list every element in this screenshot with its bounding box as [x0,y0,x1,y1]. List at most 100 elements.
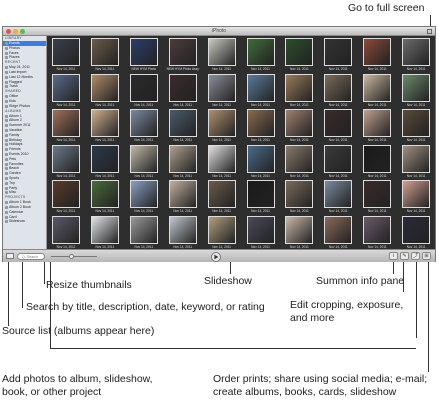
photo-caption: Nov 14, 2011 [212,209,231,213]
photo-image [52,38,80,66]
play-icon [214,254,219,259]
photo-caption: Nov 14, 2011 [173,102,193,107]
photo-caption: Nov 14, 2011 [56,173,76,178]
photo-image [207,215,236,244]
callout-line [416,262,417,338]
photo-image [168,73,197,102]
sidebar-toggle-icon[interactable] [6,253,14,259]
info-button[interactable]: i [389,252,398,260]
photo-caption: Nov 14, 2011 [212,173,231,178]
callout-line [230,262,231,274]
photo-caption: Nov 14, 2011 [173,209,193,213]
photo-image [324,73,353,102]
photo-image [207,73,236,102]
photo-caption: Nov 14, 2011 [134,244,154,249]
photo-caption: Nov 14, 2011 [95,102,115,107]
photo-caption: Nov 14, 2011 [290,102,309,107]
photo-image [90,73,119,102]
photo-caption: Nov 14, 2011 [367,67,387,71]
sidebar-item[interactable]: Trash [3,84,46,89]
callout-slideshow: Slideshow [204,275,252,287]
photo-image [246,109,275,137]
photo-image [90,109,119,137]
photo-caption: Nov 14, 2011 [95,173,115,178]
callout-source-list: Source list (albums appear here) [2,325,155,337]
thumbnail-size-slider-knob[interactable] [69,253,74,259]
photo-caption: Nov 14, 2011 [134,209,154,213]
thumbnail-size-slider-track[interactable] [51,256,97,257]
photo-image [285,109,314,137]
photo-caption: Nov 14, 2011 [290,173,309,178]
photo-caption: Nov 14, 2011 [290,67,309,71]
callout-search: Search by title, description, date, keyw… [26,301,265,313]
photo-caption: Nov 14, 2011 [95,209,115,213]
window-title: iPhoto [211,28,227,34]
photo-image [285,38,314,66]
iphoto-window: iPhoto LIBRARY Events Photos Faces Places REC… [2,26,436,262]
callout-add-1: Add photos to album, slideshow, [2,373,153,385]
photo-caption: Nov 14, 2011 [56,67,76,71]
callout-line [8,262,9,326]
photo-image [129,144,158,173]
callout-order-2: create albums, books, cards, slideshow [213,386,397,398]
photo-image [285,73,314,102]
sidebar-item[interactable]: Slideshow [3,219,46,224]
photo-image [324,38,353,66]
callout-line [393,262,394,274]
photo-image [246,180,275,208]
sidebar-item[interactable]: Ridge Photos [3,104,46,109]
photo-image [90,38,119,66]
edit-button[interactable]: ✎ [400,252,409,260]
photo-image [285,215,314,244]
photo-image [52,144,80,173]
photo-caption: Nov 14, 2011 [328,102,348,107]
photo-caption: Nov 14, 2011 [367,173,387,178]
callout-line [428,262,429,372]
photo-image [402,180,431,208]
full-screen-icon[interactable] [427,28,432,34]
photo-image [285,180,314,208]
photo-image [363,38,392,66]
photo-caption: Nov 14, 2011 [328,209,348,213]
photo-caption: Nov 14, 2011 [406,102,426,107]
photo-caption: Nov 14, 2011 [251,173,270,178]
photo-image [207,180,236,208]
photo-image [168,144,197,173]
share-button[interactable]: ⊞ [422,252,431,260]
photo-caption: Nov 14, 2011 [251,138,270,142]
photo-caption: Nov 14, 2011 [367,244,387,249]
photo-caption: Nov 14, 2011 [406,138,426,142]
callout-full-screen: Go to full screen [348,2,425,14]
search-field[interactable]: Q- Search [17,253,45,260]
callout-edit-2: and more [290,312,335,324]
photo-image [402,144,431,173]
sidebar-item[interactable]: Misc [3,190,46,195]
photo-caption: Nov 14, 2011 [290,244,309,249]
photo-caption: Nov 14, 2011 [56,209,76,213]
photo-caption: Nov 14, 2011 [134,138,154,142]
photo-grid: Nov 14, 2011 Nov 14, 2011 NEW HYM Photo NEW… [47,36,436,249]
photo-caption: Nov 14, 2011 [251,102,270,107]
callout-line [44,262,45,284]
slideshow-button[interactable] [211,251,221,262]
photo-caption: Nov 14, 2011 [367,209,387,213]
photo-image [363,144,392,173]
source-list: LIBRARY Events Photos Faces Places RECENT May … [3,36,47,249]
title-bar[interactable]: iPhoto [3,27,435,36]
photo-caption: Nov 14, 2011 [212,244,231,249]
photo-image [363,109,392,137]
toolbar: Q- Search i ✎ ⤴ ⊞ [3,249,435,262]
photo-caption: Nov 14, 2011 [406,244,426,249]
photo-image [285,144,314,173]
photo-image [207,38,236,66]
photo-caption: NEW HYM Photo [131,67,157,71]
photo-image [402,215,431,244]
photo-caption: Nov 14, 2011 [367,138,387,142]
sidebar-item[interactable]: Places [3,55,46,60]
photo-caption: Nov 14, 2011 [290,209,309,213]
photo-image [129,109,158,137]
add-to-button[interactable]: ⤴ [411,252,420,260]
photo-image [90,144,119,173]
photo-image [52,73,80,102]
photo-caption: Nov 14, 2011 [56,138,76,142]
